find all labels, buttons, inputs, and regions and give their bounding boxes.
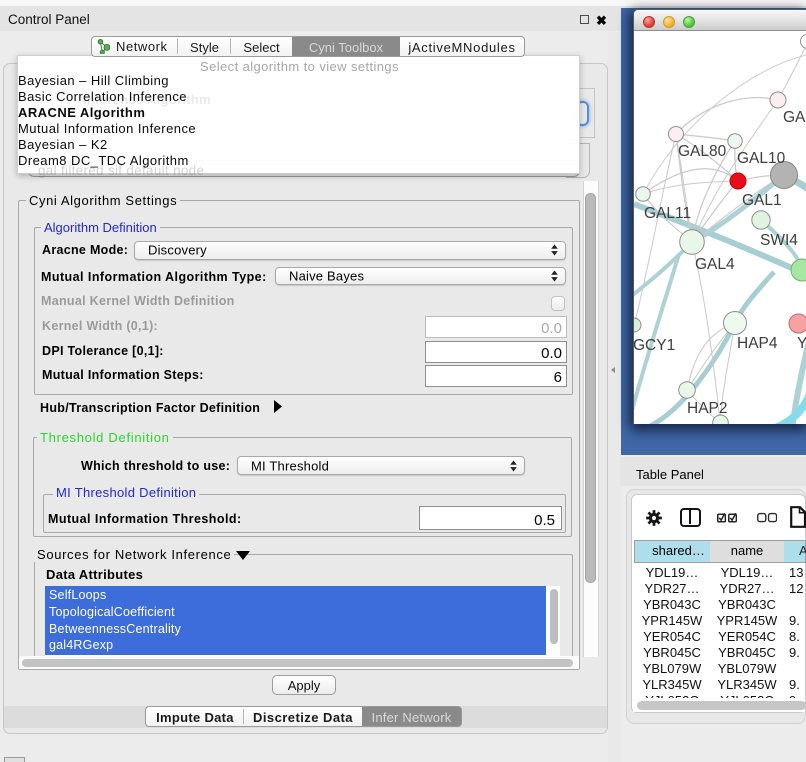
svg-text:GAL10: GAL10: [737, 150, 786, 167]
svg-text:GAL7: GAL7: [783, 109, 806, 126]
svg-text:GAL4: GAL4: [695, 256, 735, 273]
svg-text:HAP2: HAP2: [687, 400, 728, 417]
svg-text:SWI4: SWI4: [760, 232, 798, 249]
svg-text:GCY1: GCY1: [634, 337, 675, 354]
svg-text:GAL11: GAL11: [644, 205, 691, 222]
svg-text:GAL1: GAL1: [742, 192, 782, 209]
svg-text:Y: Y: [797, 335, 806, 352]
svg-text:GAL80: GAL80: [678, 143, 727, 160]
svg-text:HAP4: HAP4: [737, 335, 778, 352]
